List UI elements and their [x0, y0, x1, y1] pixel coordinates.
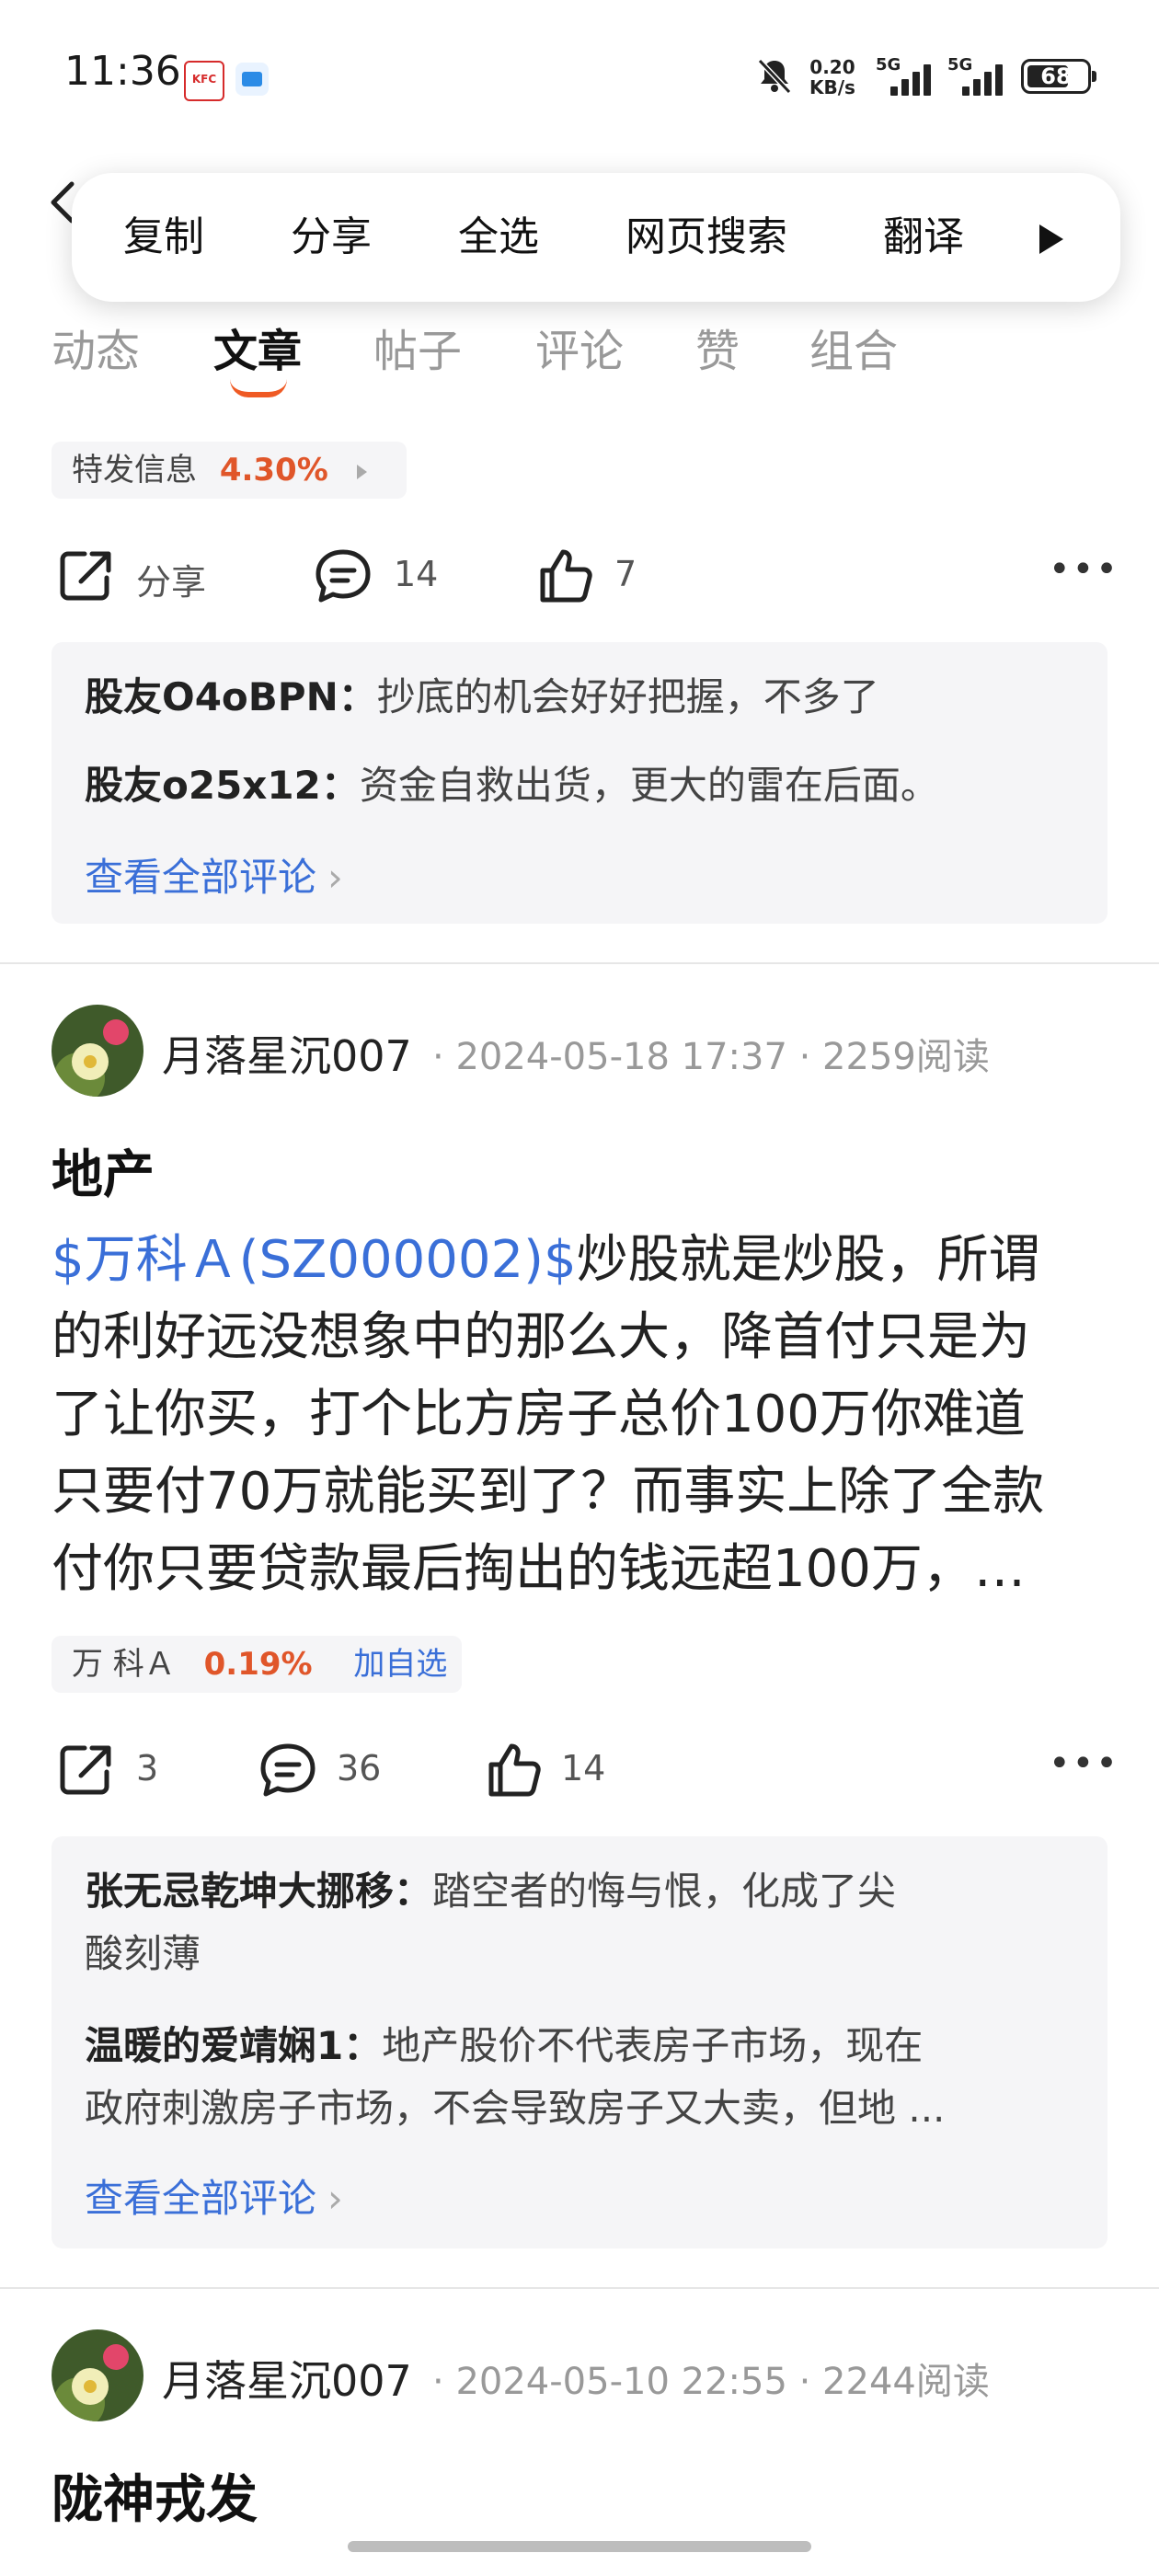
stock-chip[interactable]: 万 科Ａ 0.19% 加自选: [52, 1636, 462, 1693]
comment-item: 张无忌乾坤大挪移：踏空者的悔与恨，化成了尖 酸刻薄: [85, 1860, 1078, 1985]
avatar[interactable]: [52, 1005, 143, 1097]
read-count: 2259阅读: [822, 1036, 990, 1078]
see-all-comments-label: 查看全部评论: [85, 855, 317, 900]
like-icon[interactable]: [535, 545, 596, 605]
body-line: 炒股就是炒股，所谓: [576, 1230, 1040, 1290]
network-speed-value: 0.20: [809, 56, 855, 78]
network-speed-unit: KB/s: [809, 76, 855, 98]
tab-posts[interactable]: 帖子: [373, 315, 462, 379]
body-line: 付你只要贷款最后掏出的钱远超100万，…: [52, 1539, 1026, 1599]
comment-icon[interactable]: [258, 1741, 318, 1801]
comment-item: 温暖的爱靖娴1：地产股价不代表房子市场，现在 政府刺激房子市场，不会导致房子又大…: [85, 2015, 1078, 2140]
see-all-comments-link[interactable]: 查看全部评论 ›: [85, 2168, 343, 2224]
post-title[interactable]: 陇神戎发: [52, 2458, 258, 2533]
post-meta: · 2024-05-18 17:37 · 2259阅读: [432, 1036, 990, 1078]
menu-share[interactable]: 分享: [291, 212, 372, 263]
comment-text: 资金自救出货，更大的雷在后面。: [359, 763, 939, 808]
tab-portfolio[interactable]: 组合: [809, 315, 898, 379]
see-all-comments-label: 查看全部评论: [85, 2176, 317, 2221]
kfc-app-icon: KFC: [184, 61, 224, 101]
menu-copy[interactable]: 复制: [123, 212, 204, 263]
tab-likes[interactable]: 赞: [695, 315, 740, 379]
network-speed: 0.20 KB/s: [809, 57, 855, 98]
muted-bell-icon: [757, 58, 792, 95]
post-meta: · 2024-05-10 22:55 · 2244阅读: [432, 2361, 990, 2403]
play-triangle-icon: [356, 464, 367, 479]
share-label[interactable]: 分享: [136, 554, 206, 604]
comment-text: 酸刻薄: [85, 1931, 201, 1976]
stock-name: 特发信息: [72, 452, 197, 489]
battery-level: 68: [1040, 63, 1072, 89]
menu-translate[interactable]: 翻译: [883, 212, 964, 263]
comment-preview-box: 股友O4oBPN：抄底的机会好好把握，不多了 股友o25x12：资金自救出货，更…: [52, 642, 1107, 924]
comment-preview-box: 张无忌乾坤大挪移：踏空者的悔与恨，化成了尖 酸刻薄 温暖的爱靖娴1：地产股价不代…: [52, 1836, 1107, 2248]
see-all-comments-link[interactable]: 查看全部评论 ›: [85, 846, 343, 903]
tab-dynamics[interactable]: 动态: [52, 315, 140, 379]
share-icon[interactable]: [55, 545, 116, 605]
signal-2-label: 5G: [947, 55, 973, 75]
author-name[interactable]: 月落星沉007: [162, 2348, 412, 2409]
post-divider: [0, 962, 1159, 964]
comment-user[interactable]: 温暖的爱靖娴1：: [85, 2023, 382, 2068]
like-count[interactable]: 14: [561, 1748, 605, 1788]
stock-chip[interactable]: 特发信息 4.30%: [52, 442, 407, 499]
signal-1-label: 5G: [876, 55, 901, 75]
stock-change: 0.19%: [203, 1646, 313, 1683]
battery-icon: 68: [1021, 59, 1096, 94]
tab-comments[interactable]: 评论: [535, 315, 624, 379]
text-selection-menu: 复制 分享 全选 网页搜索 翻译: [72, 173, 1120, 302]
more-options-icon[interactable]: •••: [1049, 548, 1119, 591]
home-indicator[interactable]: [348, 2541, 811, 2552]
signal-1-icon: 5G: [876, 55, 933, 98]
post-title[interactable]: 地产: [52, 1133, 155, 1208]
menu-web-search[interactable]: 网页搜索: [625, 212, 787, 263]
like-icon[interactable]: [484, 1739, 545, 1800]
signal-2-icon: 5G: [947, 55, 1004, 98]
comment-text: 踏空者的悔与恨，化成了尖: [432, 1869, 897, 1914]
comment-text: 地产股价不代表房子市场，现在: [382, 2023, 924, 2068]
notification-app-icon: [235, 63, 269, 96]
comment-count[interactable]: 14: [394, 554, 438, 594]
status-time: 11:36: [64, 48, 181, 95]
body-line: 了让你买，打个比方房子总价100万你难道: [52, 1385, 1026, 1444]
comment-user[interactable]: 张无忌乾坤大挪移：: [85, 1869, 432, 1914]
author-name[interactable]: 月落星沉007: [162, 1023, 412, 1084]
stock-change: 4.30%: [219, 452, 328, 489]
share-count[interactable]: 3: [136, 1748, 158, 1788]
add-watchlist-button[interactable]: 加自选: [353, 1646, 447, 1683]
comment-text: 政府刺激房子市场，不会导致房子又大卖，但地 ...: [85, 2086, 946, 2131]
tab-articles[interactable]: 文章: [213, 315, 302, 379]
body-line: 只要付70万就能买到了？而事实上除了全款: [52, 1462, 1045, 1522]
avatar[interactable]: [52, 2329, 143, 2421]
more-options-icon[interactable]: •••: [1049, 1742, 1119, 1785]
menu-more-arrow-icon[interactable]: [1039, 224, 1063, 254]
post-date: 2024-05-18 17:37: [455, 1036, 787, 1078]
comment-icon[interactable]: [313, 546, 373, 607]
post-body[interactable]: $万科Ａ(SZ000002)$炒股就是炒股，所谓 的利好远没想象中的那么大，降首…: [52, 1222, 1119, 1608]
like-count[interactable]: 7: [614, 554, 637, 594]
comment-item: 股友O4oBPN：抄底的机会好好把握，不多了: [85, 666, 879, 729]
stock-name: 万 科Ａ: [72, 1646, 176, 1683]
comment-text: 抄底的机会好好把握，不多了: [376, 674, 879, 719]
share-icon[interactable]: [55, 1739, 116, 1800]
stock-tag-link[interactable]: $万科Ａ(SZ000002)$: [52, 1230, 577, 1290]
comment-count[interactable]: 36: [337, 1748, 381, 1788]
post-date: 2024-05-10 22:55: [455, 2361, 787, 2403]
comment-user[interactable]: 股友o25x12：: [85, 763, 360, 808]
comment-user[interactable]: 股友O4oBPN：: [85, 674, 377, 719]
post-divider: [0, 2287, 1159, 2289]
read-count: 2244阅读: [822, 2361, 990, 2403]
active-tab-indicator: [230, 379, 287, 397]
menu-select-all[interactable]: 全选: [458, 212, 539, 263]
body-line: 的利好远没想象中的那么大，降首付只是为: [52, 1307, 1030, 1367]
comment-item: 股友o25x12：资金自救出货，更大的雷在后面。: [85, 754, 939, 817]
